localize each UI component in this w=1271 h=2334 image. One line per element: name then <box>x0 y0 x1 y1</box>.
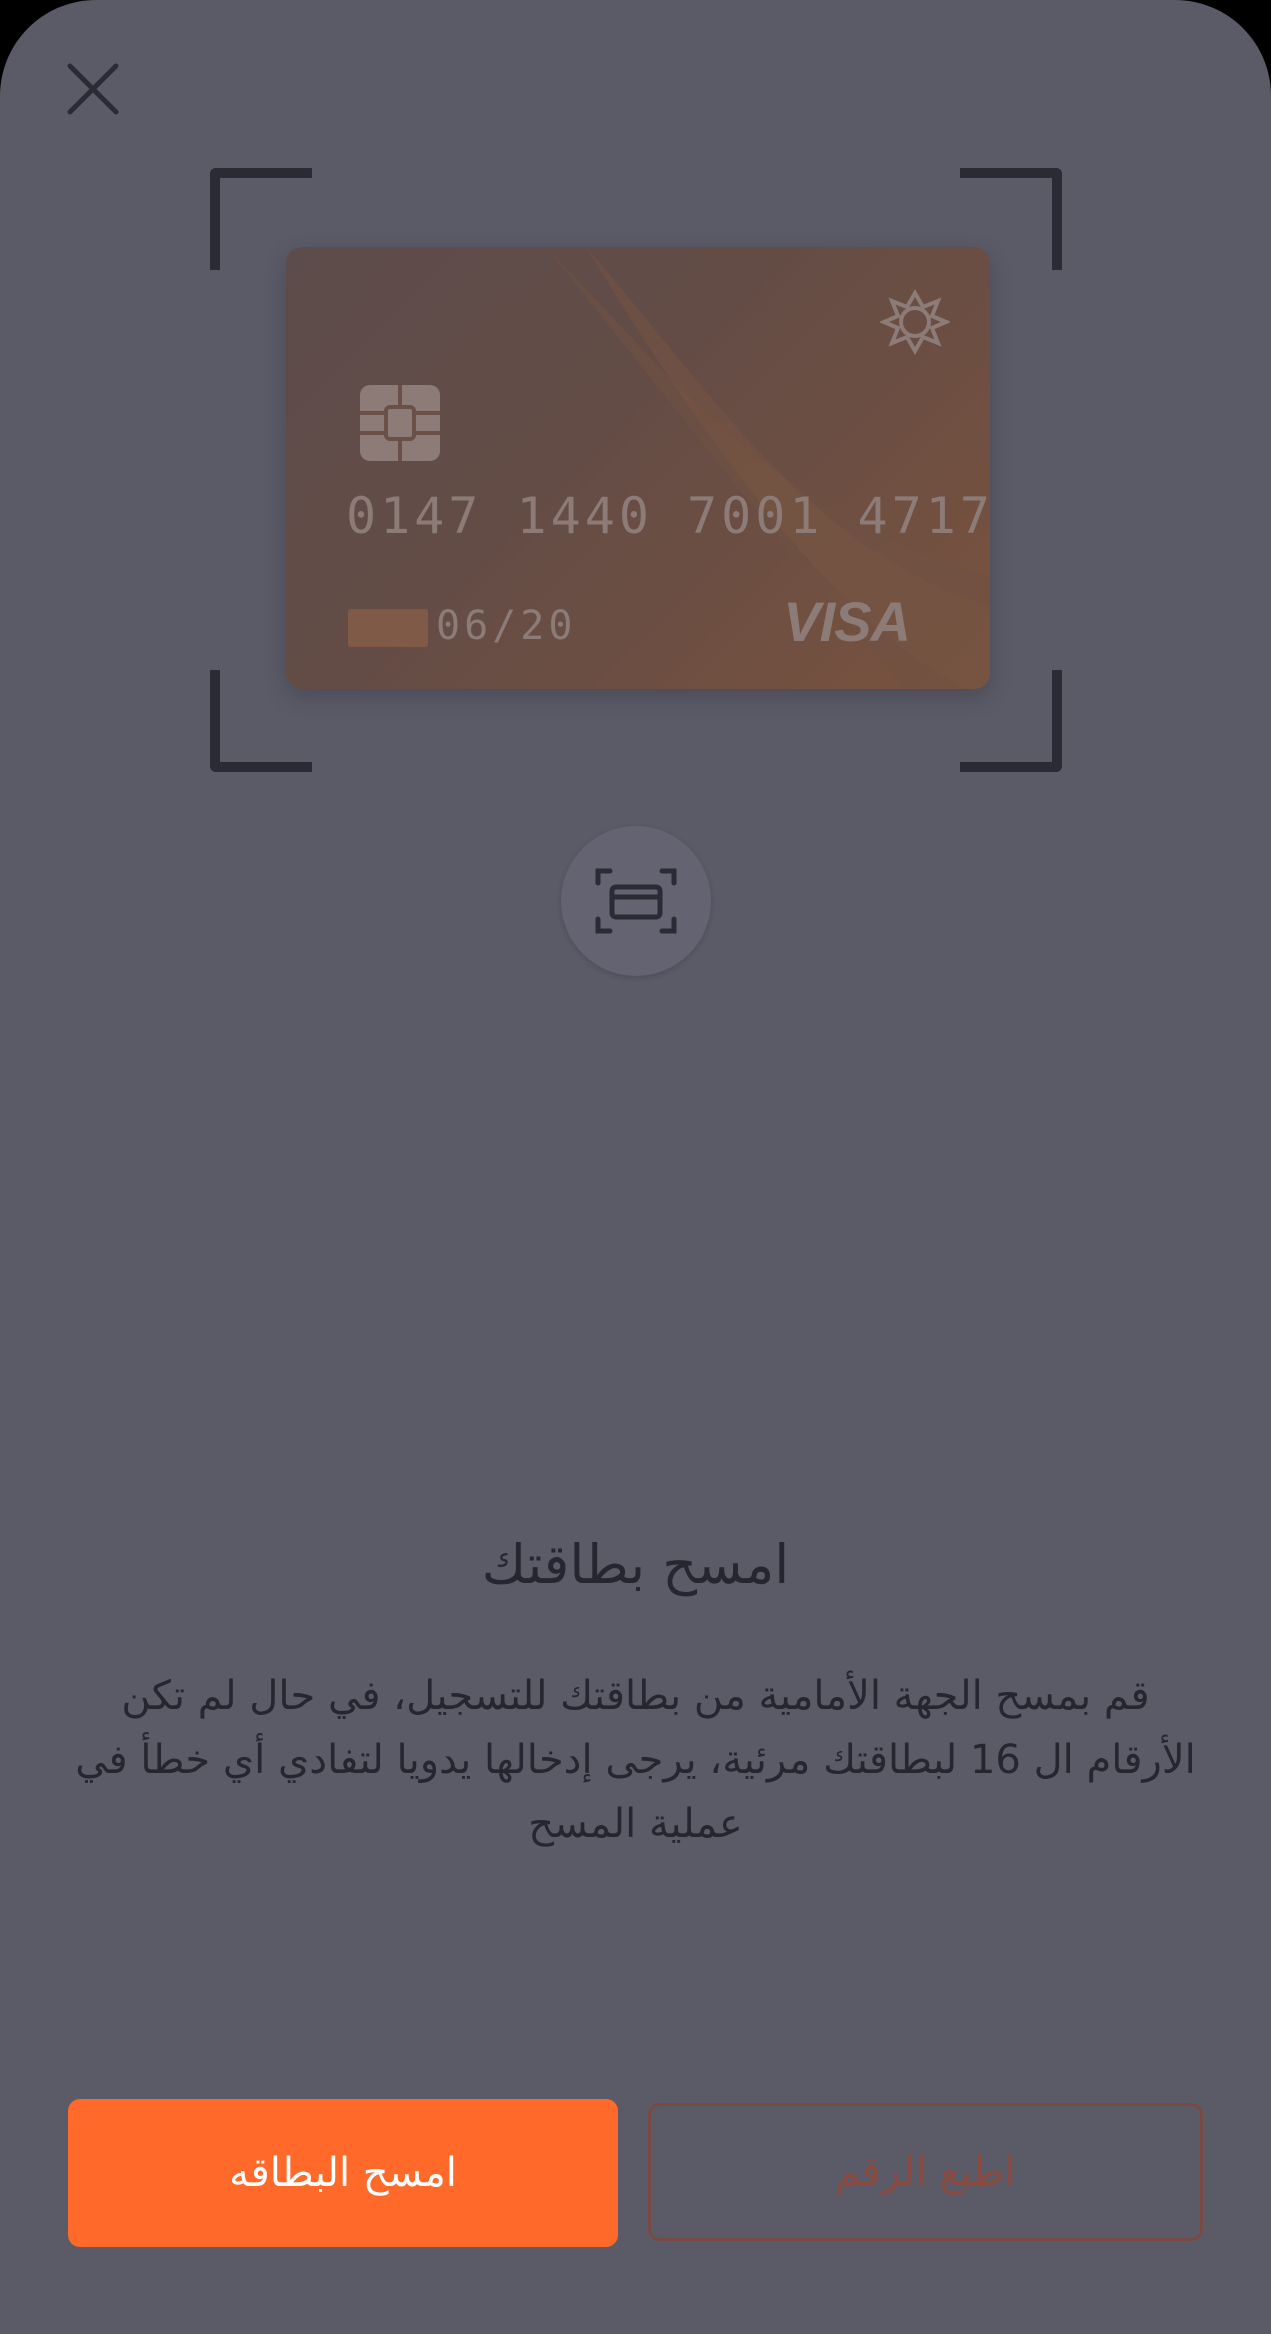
card-brand-logo: VISA <box>783 590 911 653</box>
card-expiry-text: 06/20 <box>436 603 577 649</box>
scan-card-button[interactable]: امسح البطاقه <box>68 2099 618 2247</box>
card-number-text: 0147 1440 7001 4717 <box>346 487 990 545</box>
instructions-text: قم بمسح الجهة الأمامية من بطاقتك للتسجيل… <box>75 1673 1196 1847</box>
page-title: امسح بطاقتك <box>481 1533 790 1596</box>
close-button[interactable] <box>60 56 128 124</box>
close-icon <box>67 63 119 115</box>
scan-mode-button[interactable] <box>561 826 711 976</box>
type-number-button[interactable]: اطبع الرقم <box>648 2103 1203 2241</box>
card-scan-screen: 0147 1440 7001 4717 06/20 VISA امسح بطاق… <box>0 0 1271 2334</box>
card-illustration: 0147 1440 7001 4717 06/20 VISA <box>286 247 990 689</box>
card-holder-placeholder <box>348 609 428 647</box>
card-scan-icon <box>595 868 677 934</box>
chip-icon <box>360 385 440 461</box>
bank-logo-icon <box>880 288 950 356</box>
